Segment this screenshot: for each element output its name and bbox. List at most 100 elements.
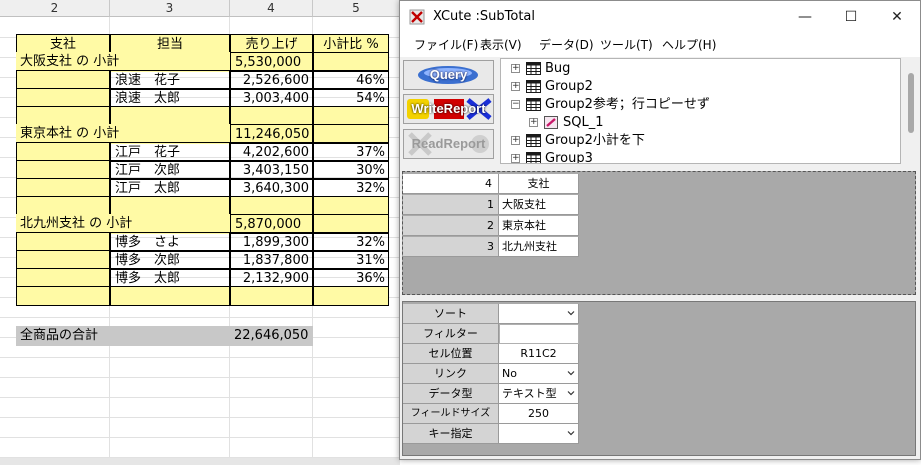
sheet-horizontal-scrollbar[interactable] bbox=[0, 458, 400, 465]
ratio-cell[interactable]: 32% bbox=[313, 232, 389, 252]
blank-cell[interactable] bbox=[230, 106, 313, 126]
person-cell[interactable]: 博多 次郎 bbox=[110, 250, 230, 270]
property-value-text[interactable]: R11C2 bbox=[499, 344, 579, 364]
tree-node[interactable]: + Group2 bbox=[511, 78, 871, 96]
query-button[interactable]: Query bbox=[403, 60, 494, 90]
column-header[interactable]: 4 bbox=[230, 0, 313, 17]
amount-cell[interactable]: 1,837,800 bbox=[230, 250, 313, 270]
tree-node[interactable]: + Group2小計を下 bbox=[511, 132, 871, 150]
ratio-cell[interactable]: 32% bbox=[313, 178, 389, 198]
tree-node[interactable]: − Group2参考；行コピーせず bbox=[511, 96, 871, 114]
field-value-cell[interactable]: 東京本社 bbox=[499, 216, 579, 236]
property-value-input[interactable] bbox=[499, 324, 579, 344]
spreadsheet[interactable]: 2 3 4 5 支社 担当 売り上げ 小計比 % 大阪支社 の 小計 5,530,000 浪速 花子… bbox=[0, 0, 400, 465]
ratio-cell[interactable]: 31% bbox=[313, 250, 389, 270]
chevron-down-icon[interactable] bbox=[567, 309, 575, 317]
title-bar[interactable]: XCute :SubTotal — ☐ ✕ bbox=[400, 1, 920, 33]
ratio-cell[interactable] bbox=[313, 214, 389, 234]
ratio-cell[interactable]: 36% bbox=[313, 268, 389, 288]
branch-cell[interactable] bbox=[16, 142, 110, 162]
amount-cell[interactable]: 1,899,300 bbox=[230, 232, 313, 252]
amount-cell[interactable]: 4,202,600 bbox=[230, 142, 313, 162]
expand-icon[interactable]: + bbox=[511, 154, 520, 163]
ratio-cell[interactable] bbox=[313, 52, 389, 72]
property-value-dropdown[interactable]: テキスト型 bbox=[499, 384, 579, 404]
collapse-icon[interactable]: − bbox=[511, 100, 520, 109]
blank-cell[interactable] bbox=[230, 286, 313, 306]
field-grid[interactable]: 4 支社 1 大阪支社 2 東京本社 3 北九州支社 bbox=[402, 171, 916, 295]
amount-cell[interactable]: 3,640,300 bbox=[230, 178, 313, 198]
amount-cell[interactable]: 3,003,400 bbox=[230, 88, 313, 108]
menu-item[interactable]: データ(D) bbox=[539, 33, 594, 57]
branch-cell[interactable] bbox=[16, 88, 110, 108]
person-cell[interactable]: 江戸 花子 bbox=[110, 142, 230, 162]
field-header-cell[interactable]: 支社 bbox=[499, 174, 579, 194]
table-header-cell[interactable]: 担当 bbox=[110, 34, 230, 54]
row-index-cell[interactable]: 2 bbox=[403, 216, 499, 236]
row-index-cell[interactable]: 3 bbox=[403, 237, 499, 257]
chevron-down-icon[interactable] bbox=[567, 389, 575, 397]
close-button[interactable]: ✕ bbox=[874, 1, 920, 33]
ratio-cell[interactable]: 30% bbox=[313, 160, 389, 180]
ratio-cell[interactable]: 46% bbox=[313, 70, 389, 90]
branch-cell[interactable] bbox=[16, 232, 110, 252]
subtotal-label-cell[interactable]: 北九州支社 の 小計 bbox=[16, 214, 230, 234]
subtotal-amount-cell[interactable]: 11,246,050 bbox=[230, 124, 313, 144]
tree-scrollbar[interactable] bbox=[903, 58, 920, 164]
blank-cell[interactable] bbox=[110, 106, 230, 126]
tree-node[interactable]: + Group3 bbox=[511, 150, 871, 163]
blank-cell[interactable] bbox=[110, 286, 230, 306]
property-value-dropdown[interactable] bbox=[499, 424, 579, 444]
branch-cell[interactable] bbox=[16, 178, 110, 198]
grand-total-amount-cell[interactable]: 22,646,050 bbox=[230, 326, 313, 346]
property-value-dropdown[interactable] bbox=[499, 304, 579, 324]
blank-cell[interactable] bbox=[110, 196, 230, 216]
branch-cell[interactable] bbox=[16, 268, 110, 288]
tree-view[interactable]: + Bug + Group2 − Group2参考；行コピーせず + SQL_1 + Group2… bbox=[500, 58, 901, 164]
field-value-cell[interactable]: 大阪支社 bbox=[499, 195, 579, 215]
person-cell[interactable]: 博多 太郎 bbox=[110, 268, 230, 288]
blank-cell[interactable] bbox=[313, 196, 389, 216]
subtotal-label-cell[interactable]: 東京本社 の 小計 bbox=[16, 124, 230, 144]
property-grid[interactable]: ソート フィルター セル位置 R11C2 リンク No データ型 テキスト型 フィールドサイズ 2… bbox=[402, 301, 916, 456]
tree-node[interactable]: + SQL_1 bbox=[529, 114, 889, 132]
maximize-button[interactable]: ☐ bbox=[828, 1, 874, 33]
expand-icon[interactable]: + bbox=[511, 64, 520, 73]
property-value-dropdown[interactable]: No bbox=[499, 364, 579, 384]
branch-cell[interactable] bbox=[16, 70, 110, 90]
tree-node[interactable]: + Bug bbox=[511, 60, 871, 78]
menu-item[interactable]: ファイル(F) bbox=[414, 33, 478, 57]
subtotal-label-cell[interactable]: 大阪支社 の 小計 bbox=[16, 52, 230, 72]
tree-scroll-thumb[interactable] bbox=[908, 73, 914, 133]
branch-cell[interactable] bbox=[16, 160, 110, 180]
property-value-text[interactable]: 250 bbox=[499, 404, 579, 424]
menu-item[interactable]: 表示(V) bbox=[480, 33, 522, 57]
minimize-button[interactable]: — bbox=[782, 1, 828, 33]
person-cell[interactable]: 浪速 花子 bbox=[110, 70, 230, 90]
field-count-cell[interactable]: 4 bbox=[403, 174, 499, 194]
expand-icon[interactable]: + bbox=[529, 118, 538, 127]
blank-cell[interactable] bbox=[16, 286, 110, 306]
menu-item[interactable]: ツール(T) bbox=[600, 33, 653, 57]
subtotal-amount-cell[interactable]: 5,530,000 bbox=[230, 52, 313, 72]
column-header[interactable]: 2 bbox=[0, 0, 110, 17]
blank-cell[interactable] bbox=[313, 106, 389, 126]
ratio-cell[interactable]: 37% bbox=[313, 142, 389, 162]
row-index-cell[interactable]: 1 bbox=[403, 195, 499, 215]
ratio-cell[interactable] bbox=[313, 124, 389, 144]
person-cell[interactable]: 江戸 太郎 bbox=[110, 178, 230, 198]
column-header[interactable]: 3 bbox=[110, 0, 230, 17]
ratio-cell[interactable]: 54% bbox=[313, 88, 389, 108]
column-header[interactable]: 5 bbox=[313, 0, 400, 17]
menu-item[interactable]: ヘルプ(H) bbox=[662, 33, 716, 57]
grand-total-label-cell[interactable]: 全商品の合計 bbox=[16, 326, 230, 346]
person-cell[interactable]: 博多 さよ bbox=[110, 232, 230, 252]
read-report-button[interactable]: ReadReport bbox=[403, 129, 494, 159]
blank-cell[interactable] bbox=[313, 286, 389, 306]
branch-cell[interactable] bbox=[16, 250, 110, 270]
table-header-cell[interactable]: 売り上げ bbox=[230, 34, 313, 54]
table-header-cell[interactable]: 小計比 % bbox=[313, 34, 389, 54]
amount-cell[interactable]: 2,132,900 bbox=[230, 268, 313, 288]
expand-icon[interactable]: + bbox=[511, 136, 520, 145]
blank-cell[interactable] bbox=[16, 196, 110, 216]
